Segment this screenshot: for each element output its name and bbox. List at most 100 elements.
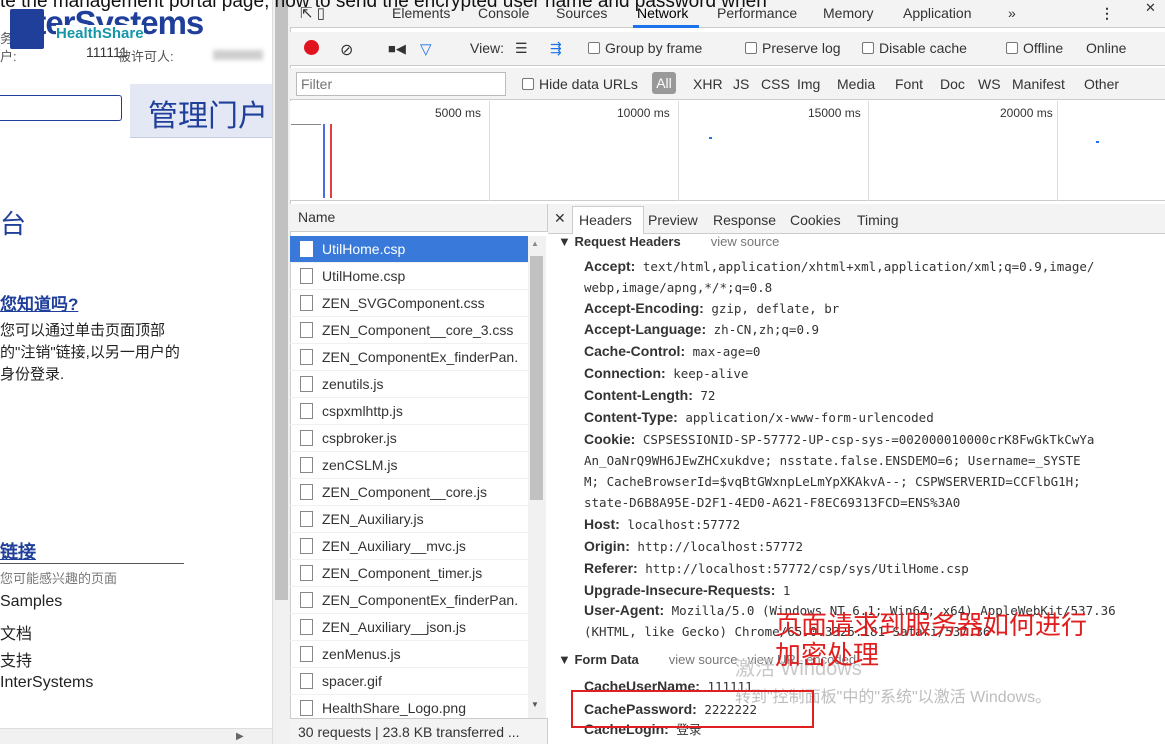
- more-tabs-icon[interactable]: »: [1008, 5, 1016, 21]
- throttle-select[interactable]: Online: [1086, 40, 1126, 56]
- request-row[interactable]: cspbroker.js: [290, 425, 528, 452]
- tab-cookies[interactable]: Cookies: [790, 212, 841, 228]
- link-support[interactable]: 支持: [0, 647, 32, 671]
- offline-toggle[interactable]: Offline: [1006, 40, 1063, 56]
- header-value: zh-CN,zh;q=0.9: [713, 322, 820, 337]
- file-icon: [300, 673, 313, 689]
- preserve-log-toggle[interactable]: Preserve log: [745, 40, 841, 56]
- large-rows-icon[interactable]: ☰: [515, 40, 528, 57]
- request-row[interactable]: zenutils.js: [290, 371, 528, 398]
- request-row[interactable]: zenCSLM.js: [290, 452, 528, 479]
- file-icon: [300, 268, 313, 284]
- link-intersystems[interactable]: InterSystems: [0, 674, 93, 692]
- form-data-title: Form Data: [574, 652, 639, 667]
- request-row[interactable]: zenMenus.js: [290, 641, 528, 668]
- header-content-length: Content-Length: 72: [584, 385, 715, 406]
- hide-data-urls-toggle[interactable]: Hide data URLs: [522, 76, 638, 92]
- tab-response[interactable]: Response: [713, 212, 776, 228]
- request-row[interactable]: spacer.gif: [290, 668, 528, 695]
- type-filter-ws[interactable]: WS: [978, 76, 1001, 92]
- header-upgrade-insecure: Upgrade-Insecure-Requests: 1: [584, 580, 790, 601]
- type-filter-media[interactable]: Media: [837, 76, 875, 92]
- request-row[interactable]: ZEN_ComponentEx_finderPan.: [290, 587, 528, 614]
- request-list: UtilHome.csp UtilHome.csp ZEN_SVGCompone…: [290, 236, 528, 720]
- view-source-link[interactable]: view source: [711, 234, 780, 249]
- tab-application[interactable]: Application: [903, 5, 972, 21]
- portal-search-input[interactable]: [0, 95, 122, 121]
- file-icon: [300, 322, 313, 338]
- link-samples[interactable]: Samples: [0, 593, 62, 611]
- type-filter-all[interactable]: All: [652, 72, 676, 94]
- request-name: UtilHome.csp: [322, 268, 406, 284]
- tab-memory[interactable]: Memory: [823, 5, 874, 21]
- tab-preview[interactable]: Preview: [648, 212, 698, 228]
- scroll-up-icon[interactable]: ▲: [531, 239, 539, 248]
- header-value: 72: [700, 388, 716, 403]
- tab-headers[interactable]: Headers: [579, 212, 632, 228]
- group-by-frame-toggle[interactable]: Group by frame: [588, 40, 702, 56]
- type-filter-manifest[interactable]: Manifest: [1012, 76, 1065, 92]
- request-row[interactable]: ZEN_Component__core.js: [290, 479, 528, 506]
- close-detail-icon[interactable]: ✕: [554, 210, 566, 227]
- form-view-source-link[interactable]: view source: [669, 652, 738, 667]
- clear-icon[interactable]: ⊘: [340, 40, 353, 60]
- type-filter-xhr[interactable]: XHR: [693, 76, 723, 92]
- request-row-selected[interactable]: UtilHome.csp: [290, 236, 528, 263]
- filter-icon[interactable]: ▽: [420, 40, 432, 58]
- waterfall-icon[interactable]: ⇶: [550, 40, 562, 57]
- header-key: Connection:: [584, 365, 666, 381]
- type-filter-css[interactable]: CSS: [761, 76, 790, 92]
- portal-logo-sub: HealthShare: [56, 25, 144, 42]
- menu-kebab-icon[interactable]: ⋮: [1100, 5, 1114, 22]
- request-row[interactable]: HealthShare_Logo.png: [290, 695, 528, 720]
- file-icon: [300, 646, 313, 662]
- request-name: cspxmlhttp.js: [322, 403, 403, 419]
- request-row[interactable]: ZEN_Auxiliary.js: [290, 506, 528, 533]
- type-filter-font[interactable]: Font: [895, 76, 923, 92]
- portal-title: 管理门户: [148, 100, 268, 133]
- filter-input[interactable]: [296, 72, 506, 96]
- record-icon[interactable]: [304, 40, 319, 55]
- file-icon: [300, 376, 313, 392]
- portal-horizontal-scrollbar[interactable]: [0, 728, 272, 744]
- request-name: ZEN_SVGComponent.css: [322, 295, 485, 311]
- disable-cache-toggle[interactable]: Disable cache: [862, 40, 967, 56]
- portal-vertical-scrollbar[interactable]: [272, 0, 290, 744]
- request-row[interactable]: ZEN_Auxiliary__mvc.js: [290, 533, 528, 560]
- file-icon: [300, 403, 313, 419]
- header-key: Host:: [584, 516, 620, 532]
- request-row[interactable]: cspxmlhttp.js: [290, 398, 528, 425]
- header-value: keep-alive: [673, 366, 749, 381]
- link-docs[interactable]: 文档: [0, 620, 32, 644]
- type-filter-js[interactable]: JS: [733, 76, 749, 92]
- close-icon[interactable]: ✕: [1145, 0, 1156, 16]
- request-row[interactable]: ZEN_ComponentEx_finderPan.: [290, 344, 528, 371]
- file-icon: [300, 430, 313, 446]
- file-icon: [300, 484, 313, 500]
- timeline-bar: [291, 124, 321, 125]
- request-name: ZEN_ComponentEx_finderPan.: [322, 349, 519, 365]
- type-filter-other[interactable]: Other: [1084, 76, 1119, 92]
- scroll-down-icon[interactable]: ▼: [531, 700, 539, 709]
- request-headers-section[interactable]: ▼ Request Headers view source: [558, 234, 779, 249]
- tip-text: 您可以通过单击页面顶部 的"注销"链接,以另一用户的 身份登录.: [0, 322, 180, 383]
- request-row[interactable]: ZEN_Auxiliary__json.js: [290, 614, 528, 641]
- header-value: text/html,application/xhtml+xml,applicat…: [584, 259, 1095, 295]
- request-row[interactable]: ZEN_Component_timer.js: [290, 560, 528, 587]
- request-row[interactable]: ZEN_SVGComponent.css: [290, 290, 528, 317]
- license-label: 被许可人:: [118, 49, 174, 64]
- request-row[interactable]: ZEN_Component__core_3.css: [290, 317, 528, 344]
- type-filter-doc[interactable]: Doc: [940, 76, 965, 92]
- name-column-header[interactable]: Name: [290, 204, 548, 232]
- links-heading: 链接: [0, 542, 36, 562]
- type-filter-img[interactable]: Img: [797, 76, 820, 92]
- camera-icon[interactable]: ■◀: [388, 41, 406, 57]
- request-row[interactable]: UtilHome.csp: [290, 263, 528, 290]
- request-name: cspbroker.js: [322, 430, 397, 446]
- tab-timing[interactable]: Timing: [857, 212, 899, 228]
- file-icon: [300, 538, 313, 554]
- scroll-right-icon[interactable]: ▶: [236, 731, 244, 742]
- header-origin: Origin: http://localhost:57772: [584, 536, 803, 557]
- request-list-scrollbar[interactable]: [528, 236, 546, 720]
- request-name: ZEN_Component__core_3.css: [322, 322, 514, 338]
